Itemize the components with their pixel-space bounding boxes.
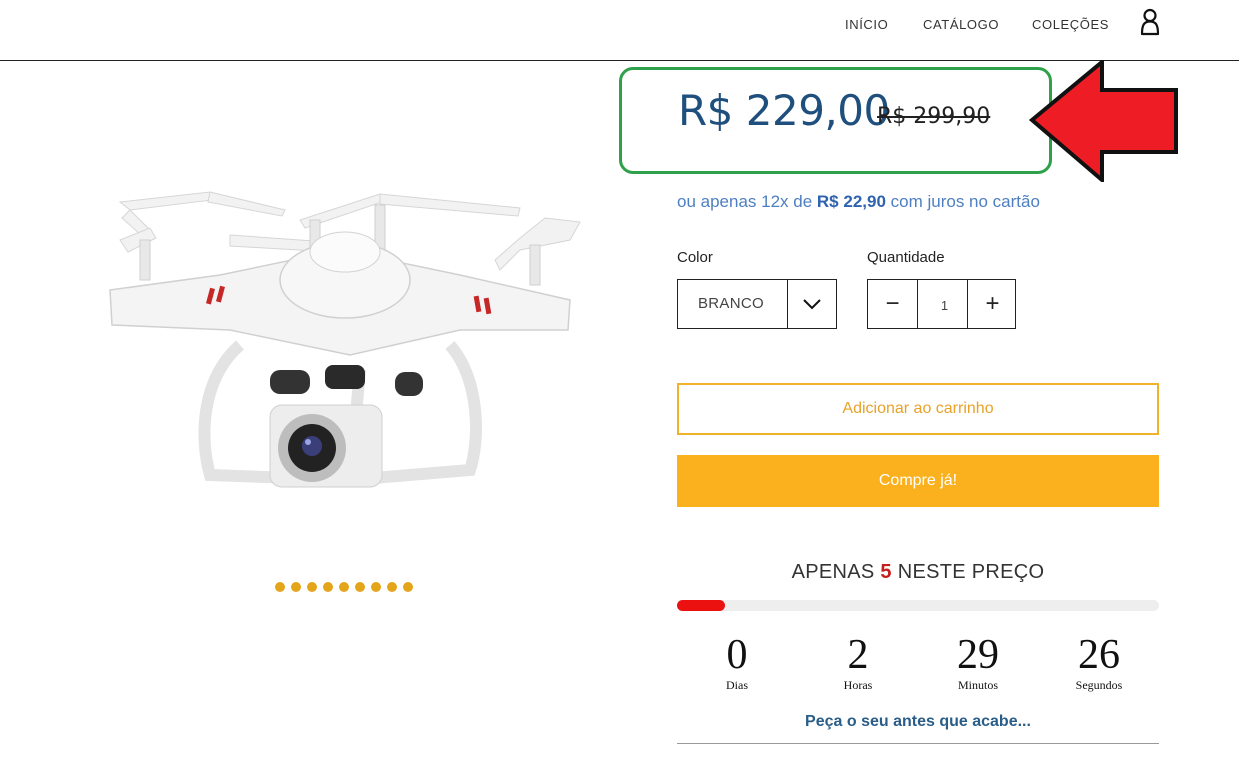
countdown-value: 0 xyxy=(726,632,748,678)
buy-now-button[interactable]: Compre já! xyxy=(677,455,1159,507)
add-to-cart-button[interactable]: Adicionar ao carrinho xyxy=(677,383,1159,435)
countdown-label: Minutos xyxy=(957,678,998,692)
drone-image xyxy=(109,191,581,488)
countdown-value: 29 xyxy=(957,632,999,678)
countdown-days: 0 Dias xyxy=(677,632,797,692)
gallery-dot[interactable] xyxy=(275,582,285,592)
countdown-label: Dias xyxy=(726,678,748,692)
gallery-dot[interactable] xyxy=(387,582,397,592)
quantity-increase-button[interactable]: + xyxy=(967,280,1017,328)
countdown-label: Segundos xyxy=(1075,678,1123,692)
hurry-message: Peça o seu antes que acabe... xyxy=(805,713,1031,730)
color-label: Color xyxy=(677,249,713,266)
installment-amount: R$ 22,90 xyxy=(816,192,886,211)
gallery-dot[interactable] xyxy=(339,582,349,592)
gallery-dot[interactable] xyxy=(371,582,381,592)
color-select-value: BRANCO xyxy=(698,295,764,312)
stock-progress-bar xyxy=(677,600,1159,611)
countdown-hours: 2 Horas xyxy=(798,632,918,692)
quantity-stepper: − + xyxy=(867,279,1017,330)
old-price: R$ 299,90 xyxy=(877,104,991,129)
user-icon[interactable] xyxy=(1139,8,1161,36)
quantity-decrease-button[interactable]: − xyxy=(868,280,918,328)
gallery-dot[interactable] xyxy=(355,582,365,592)
countdown-minutes: 29 Minutos xyxy=(918,632,1038,692)
installments-text: ou apenas 12x de R$ 22,90 com juros no c… xyxy=(677,192,1040,211)
countdown-value: 26 xyxy=(1078,632,1120,678)
gallery-dot[interactable] xyxy=(403,582,413,592)
gallery-dot[interactable] xyxy=(291,582,301,592)
gallery-dots xyxy=(275,582,425,594)
gallery-dot[interactable] xyxy=(323,582,333,592)
countdown-value: 2 xyxy=(847,632,869,678)
arrow-left-icon xyxy=(1028,60,1178,182)
divider xyxy=(677,743,1159,744)
countdown-label: Horas xyxy=(843,678,873,692)
countdown-seconds: 26 Segundos xyxy=(1039,632,1159,692)
chevron-down-icon xyxy=(803,299,821,310)
nav-inicio[interactable]: INÍCIO xyxy=(845,17,888,32)
quantity-input[interactable] xyxy=(918,280,971,330)
gallery-dot[interactable] xyxy=(307,582,317,592)
nav-colecoes[interactable]: COLEÇÕES xyxy=(1032,17,1109,32)
quantity-label: Quantidade xyxy=(867,249,945,266)
stock-count: 5 xyxy=(880,561,892,583)
stock-message: APENAS 5 NESTE PREÇO xyxy=(791,561,1045,583)
current-price: R$ 229,00 xyxy=(678,86,890,135)
nav-catalogo[interactable]: CATÁLOGO xyxy=(923,17,999,32)
stock-progress-fill xyxy=(677,600,726,611)
color-select[interactable]: BRANCO xyxy=(677,279,837,329)
